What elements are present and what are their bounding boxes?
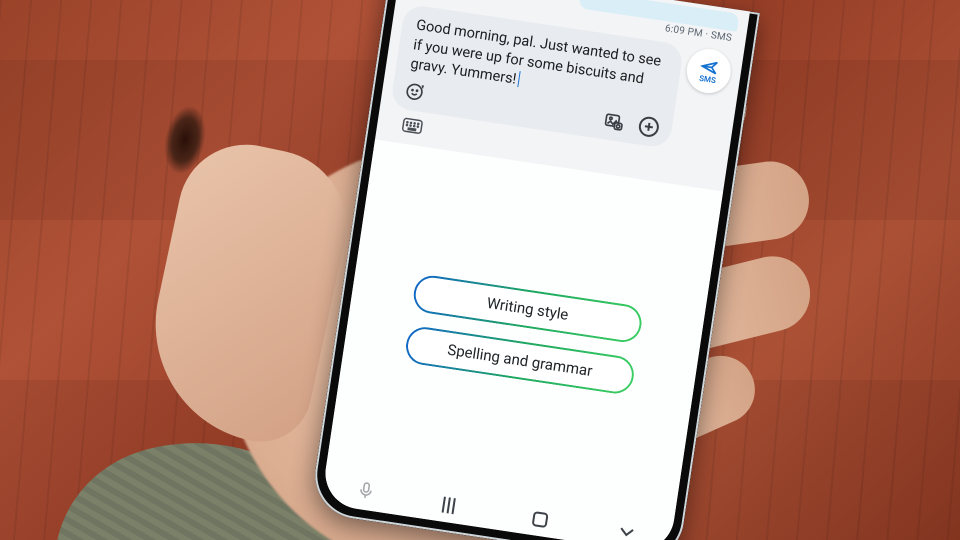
spelling-grammar-label: Spelling and grammar (446, 340, 593, 379)
writing-style-label: Writing style (486, 294, 570, 324)
gallery-icon[interactable] (599, 106, 629, 136)
send-label: SMS (699, 73, 717, 84)
ai-suggestion-area: Writing style Spelling and grammar (321, 139, 724, 540)
emoji-icon[interactable] (401, 77, 431, 107)
nav-back-icon[interactable] (617, 525, 637, 540)
send-button[interactable]: SMS (684, 46, 734, 96)
smartphone: 6:09 PM · SMS Good morning, pal. Just wa… (309, 0, 760, 540)
nav-home-icon[interactable] (532, 511, 549, 528)
mic-icon[interactable] (357, 481, 374, 505)
add-attachment-icon[interactable] (634, 112, 664, 142)
nav-recents-icon[interactable] (441, 497, 463, 516)
phone-screen: 6:09 PM · SMS Good morning, pal. Just wa… (321, 0, 750, 540)
